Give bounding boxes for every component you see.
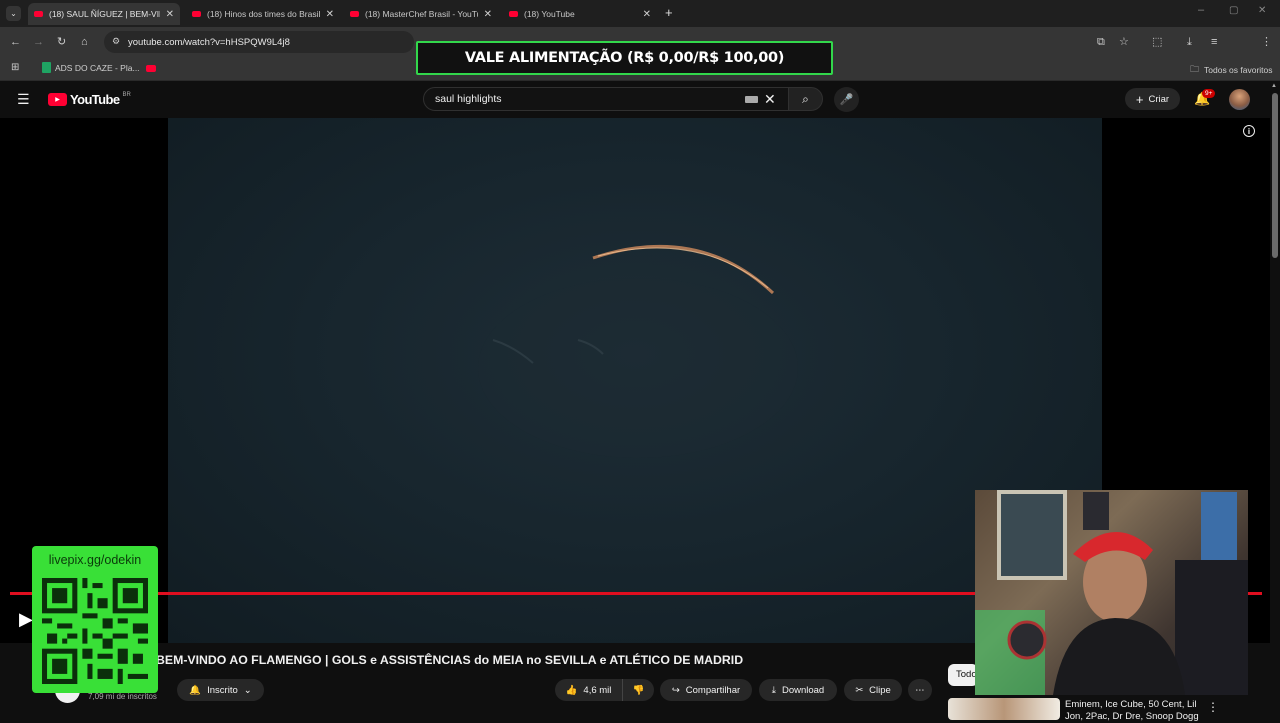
- notification-count-badge: 9+: [1202, 89, 1216, 98]
- account-avatar[interactable]: [1229, 89, 1250, 110]
- livepix-qr-overlay: livepix.gg/odekin: [32, 546, 158, 693]
- youtube-favicon-icon: [34, 11, 43, 17]
- voice-search-button[interactable]: 🎤: [834, 87, 859, 112]
- folder-icon: 🗀: [1190, 64, 1200, 74]
- close-window-icon[interactable]: ✕: [1258, 5, 1266, 16]
- tab-saul[interactable]: (18) SAUL ÑÍGUEZ | BEM-VINDO ✕: [28, 3, 180, 25]
- tab-close-icon[interactable]: ✕: [326, 9, 334, 20]
- search-button[interactable]: ⌕: [788, 87, 823, 111]
- site-info-icon[interactable]: ⚙: [112, 36, 120, 47]
- bookmark-star-icon[interactable]: ☆: [1119, 35, 1129, 49]
- recommended-video-title[interactable]: Eminem, Ice Cube, 50 Cent, Lil Jon, 2Pac…: [1065, 699, 1200, 723]
- bell-icon: 🔔: [189, 684, 202, 696]
- back-icon[interactable]: ←: [10, 35, 21, 49]
- cast-icon[interactable]: ⧉: [1097, 35, 1105, 49]
- video-frame[interactable]: [168, 118, 1102, 643]
- video-title: BEM-VINDO AO FLAMENGO | GOLS e ASSISTÊNC…: [156, 653, 744, 667]
- chevron-down-icon: ⌄: [243, 684, 252, 696]
- address-bar[interactable]: ⚙ youtube.com/watch?v=hHSPQW9L4j8: [104, 31, 414, 53]
- play-icon[interactable]: ▶: [19, 609, 33, 630]
- search-icon: ⌕: [802, 91, 809, 106]
- youtube-favicon-icon: [350, 11, 359, 17]
- info-icon[interactable]: i: [1243, 125, 1255, 137]
- tab-masterchef[interactable]: (18) MasterChef Brasil - YouTub ✕: [344, 3, 498, 25]
- scissors-icon: ✂: [855, 684, 864, 696]
- video-scene-illustration: [478, 244, 798, 458]
- scroll-up-icon[interactable]: ▲: [1271, 83, 1277, 89]
- page-scrollbar[interactable]: ▲: [1270, 81, 1280, 720]
- clip-button[interactable]: ✂ Clipe: [844, 679, 902, 701]
- home-icon[interactable]: ⌂: [81, 35, 88, 49]
- keyboard-icon[interactable]: [745, 96, 758, 103]
- browser-tab-bar: ⌄ (18) SAUL ÑÍGUEZ | BEM-VINDO ✕ (18) Hi…: [0, 0, 1280, 27]
- extensions-icon[interactable]: ⬚: [1152, 35, 1162, 49]
- apps-grid-icon[interactable]: ⊞: [11, 62, 19, 73]
- tab-hinos[interactable]: (18) Hinos dos times do Brasileir ✕: [186, 3, 340, 25]
- url-text: youtube.com/watch?v=hHSPQW9L4j8: [128, 36, 290, 48]
- all-favorites[interactable]: 🗀 Todos os favoritos: [1190, 62, 1273, 78]
- dislike-button[interactable]: 👎: [622, 679, 654, 701]
- share-icon: ↪: [671, 684, 680, 696]
- subscriber-count: 7,09 mi de inscritos: [88, 692, 157, 701]
- share-button[interactable]: ↪ Compartilhar: [660, 679, 752, 701]
- tab-search-chevron-icon[interactable]: ⌄: [6, 6, 21, 21]
- webcam-overlay: [975, 490, 1248, 695]
- youtube-favicon-icon: [192, 11, 201, 17]
- tab-close-icon[interactable]: ✕: [643, 9, 651, 20]
- clear-search-icon[interactable]: ✕: [764, 91, 776, 108]
- media-control-icon[interactable]: ≡: [1211, 35, 1217, 49]
- plus-icon: +: [1135, 91, 1144, 107]
- vale-alimentacao-banner: VALE ALIMENTAÇÃO (R$ 0,00/R$ 100,00): [416, 41, 833, 75]
- maximize-icon[interactable]: ▢: [1229, 5, 1238, 16]
- subscribed-button[interactable]: 🔔 Inscrito ⌄: [177, 679, 264, 701]
- recommended-more-icon[interactable]: ⋮: [1207, 700, 1219, 714]
- tab-close-icon[interactable]: ✕: [166, 9, 174, 20]
- livepix-url: livepix.gg/odekin: [48, 553, 142, 567]
- search-query-text: saul highlights: [435, 93, 502, 105]
- minimize-icon[interactable]: –: [1198, 4, 1204, 16]
- forward-icon[interactable]: →: [33, 35, 44, 49]
- youtube-logo[interactable]: ▶ YouTube BR: [48, 92, 131, 107]
- youtube-play-logo-icon: ▶: [48, 93, 67, 106]
- sheets-icon: [42, 62, 51, 73]
- microphone-icon: 🎤: [839, 94, 854, 106]
- chip-all[interactable]: Todos: [948, 664, 978, 686]
- hamburger-menu-icon[interactable]: ☰: [17, 91, 30, 108]
- thumbs-down-icon: 👎: [632, 684, 645, 696]
- streamer-webcam-illustration: [975, 490, 1248, 695]
- new-tab-icon[interactable]: +: [665, 5, 673, 20]
- bookmark-ads[interactable]: ADS DO CAZE - Pla...: [42, 62, 140, 73]
- tab-close-icon[interactable]: ✕: [484, 9, 492, 20]
- scrollbar-thumb[interactable]: [1272, 93, 1278, 258]
- youtube-favicon-icon: [509, 11, 518, 17]
- qr-code-icon: [42, 578, 148, 684]
- thumbs-up-icon: 👍: [565, 684, 578, 696]
- reload-icon[interactable]: ↻: [57, 35, 66, 49]
- create-button[interactable]: + Criar: [1125, 88, 1180, 110]
- download-icon: ⤓: [771, 684, 776, 696]
- download-button[interactable]: ⤓ Download: [759, 679, 837, 701]
- recommended-thumbnail[interactable]: [948, 698, 1060, 720]
- browser-menu-icon[interactable]: ⋮: [1261, 35, 1272, 49]
- youtube-bookmark-icon[interactable]: [146, 65, 156, 72]
- downloads-icon[interactable]: ⤓: [1187, 35, 1192, 49]
- search-input[interactable]: saul highlights ✕: [423, 87, 789, 111]
- more-horizontal-icon: ⋯: [915, 684, 925, 696]
- more-actions-button[interactable]: ⋯: [908, 679, 932, 701]
- like-button[interactable]: 👍 4,6 mil: [555, 679, 622, 701]
- tab-youtube[interactable]: (18) YouTube ✕: [503, 3, 657, 25]
